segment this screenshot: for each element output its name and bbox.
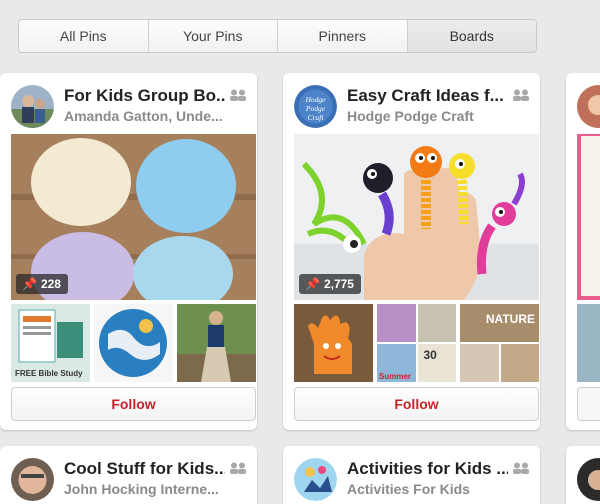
group-board-icon: [513, 89, 529, 101]
pin-filter-tabs: All Pins Your Pins Pinners Boards: [18, 19, 537, 53]
board-thumbnails: FREE Bible Study: [11, 304, 256, 382]
board-title[interactable]: Activities for Kids ...: [347, 459, 508, 479]
board-card: Activities for Kids ... Activities For K…: [283, 446, 540, 504]
avatar[interactable]: [577, 458, 600, 501]
board-header: For Kids Group Bo... Amanda Gatton, Unde…: [11, 85, 247, 129]
mini-thumbnail: NATURE: [460, 304, 539, 342]
svg-text:Podge: Podge: [305, 104, 326, 113]
mini-thumbnail: [460, 344, 499, 382]
board-card: Hodge Podge Craft Easy Craft Ideas f... …: [283, 73, 540, 430]
board-card: For Kids Group Bo... Amanda Gatton, Unde…: [0, 73, 257, 430]
board-cover-image[interactable]: 📌 2,775: [294, 134, 539, 300]
tab-your-pins[interactable]: Your Pins: [149, 20, 278, 52]
avatar[interactable]: [577, 85, 600, 128]
follow-button[interactable]: Follow: [294, 387, 539, 421]
mini-thumbnail: Summer: [377, 344, 416, 382]
thumbnail[interactable]: NATURE: [460, 304, 539, 382]
svg-text:Hodge: Hodge: [305, 95, 327, 104]
thumbnail[interactable]: [294, 304, 373, 382]
follow-button[interactable]: [577, 387, 600, 421]
thumbnail[interactable]: [94, 304, 173, 382]
tab-pinners[interactable]: Pinners: [278, 20, 408, 52]
board-owner[interactable]: Amanda Gatton, Unde...: [64, 108, 237, 124]
group-board-icon: [230, 89, 246, 101]
board-cover-image[interactable]: 📌 228: [11, 134, 256, 300]
thumbnail[interactable]: [577, 304, 600, 382]
group-board-icon: [230, 462, 246, 474]
avatar[interactable]: [11, 85, 54, 128]
svg-text:Craft: Craft: [308, 113, 325, 122]
tab-boards[interactable]: Boards: [407, 20, 536, 52]
board-card: [566, 446, 600, 504]
board-card: Cool Stuff for Kids... John Hocking Inte…: [0, 446, 257, 504]
board-header: Hodge Podge Craft Easy Craft Ideas f... …: [294, 85, 530, 129]
mini-thumbnail: [500, 344, 539, 382]
avatar[interactable]: [11, 458, 54, 501]
avatar[interactable]: [294, 458, 337, 501]
mini-thumbnail: [377, 304, 416, 342]
thumbnail-caption: FREE Bible Study: [15, 369, 83, 378]
board-owner[interactable]: Activities For Kids: [347, 481, 520, 497]
mini-thumbnail: [417, 304, 456, 342]
thumbnail[interactable]: FREE Bible Study: [11, 304, 90, 382]
mini-thumbnail: 30: [417, 344, 456, 382]
board-header: Activities for Kids ... Activities For K…: [294, 458, 530, 502]
board-owner[interactable]: John Hocking Interne...: [64, 481, 237, 497]
board-owner[interactable]: Hodge Podge Craft: [347, 108, 520, 124]
board-cover-image[interactable]: [577, 134, 600, 300]
group-board-icon: [513, 462, 529, 474]
board-card: [566, 73, 600, 430]
board-title[interactable]: For Kids Group Bo...: [64, 86, 225, 106]
tab-all-pins[interactable]: All Pins: [19, 20, 149, 52]
board-title[interactable]: Easy Craft Ideas f...: [347, 86, 508, 106]
pin-icon: 📌: [22, 277, 37, 291]
avatar[interactable]: Hodge Podge Craft: [294, 85, 337, 128]
pin-count-badge: 📌 2,775: [299, 274, 361, 294]
board-title[interactable]: Cool Stuff for Kids...: [64, 459, 225, 479]
follow-button[interactable]: Follow: [11, 387, 256, 421]
board-header: Cool Stuff for Kids... John Hocking Inte…: [11, 458, 247, 502]
board-thumbnails: Summer 30 NATURE: [294, 304, 539, 382]
pin-count-badge: 📌 228: [16, 274, 68, 294]
pin-icon: 📌: [305, 277, 320, 291]
thumbnail[interactable]: Summer 30: [377, 304, 456, 382]
thumbnail[interactable]: [177, 304, 256, 382]
